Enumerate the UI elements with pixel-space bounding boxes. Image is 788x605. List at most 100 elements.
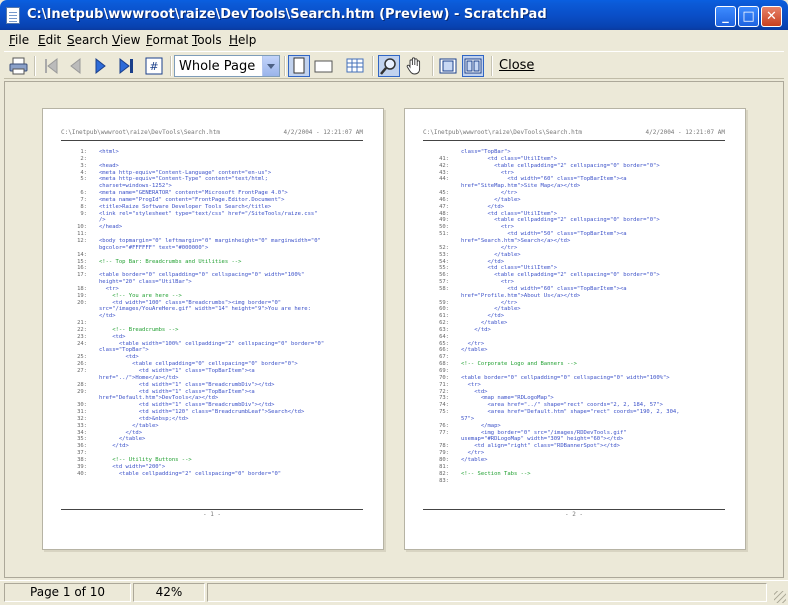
code-line: 47: </td> [423, 204, 727, 211]
print-preview-area[interactable]: C:\Inetpub\wwwroot\raize\DevTools\Search… [4, 81, 784, 578]
code-line: usemap="#RDLogoMap" width="309" height="… [423, 436, 727, 443]
line-text: src="/images/YouAreHere.gif" width="14" … [99, 306, 311, 313]
code-line: 48: <td class="UtilItem"> [423, 211, 727, 218]
landscape-icon[interactable] [313, 55, 335, 77]
line-number: 68: [439, 361, 449, 368]
line-number: 78: [439, 443, 449, 450]
line-text: <td> [99, 333, 126, 340]
code-line: 35: </table> [61, 436, 365, 443]
line-text: href="Search.htm">Search</a></td> [461, 237, 571, 244]
close-window-button[interactable]: ✕ [761, 6, 782, 27]
title-bar[interactable]: C:\Inetpub\wwwroot\raize\DevTools\Search… [0, 0, 788, 30]
goto-page-icon[interactable]: # [143, 55, 165, 77]
line-text: <table cellpadding="2" cellspacing="0" b… [461, 162, 660, 169]
code-line: 54: </td> [423, 259, 727, 266]
code-line: charset=windows-1252"> [61, 183, 365, 190]
previous-page-icon[interactable] [64, 55, 86, 77]
code-line: 75: <area href="Default.htm" shape="rect… [423, 409, 727, 416]
scratchpad-app-icon[interactable] [6, 7, 20, 24]
preview-page-1[interactable]: C:\Inetpub\wwwroot\raize\DevTools\Search… [42, 108, 384, 550]
code-line: 26: <table cellpadding="0" cellspacing="… [61, 361, 365, 368]
menu-tools[interactable]: Tools [192, 33, 222, 47]
line-number: 32: [77, 415, 87, 422]
line-number: 28: [77, 381, 87, 388]
line-text: </table> [461, 306, 521, 313]
code-line: 36: </td> [61, 443, 365, 450]
code-line: 52: </tr> [423, 245, 727, 252]
line-text: <table width="100%" cellpadding="2" cell… [99, 340, 325, 347]
preview-page-2[interactable]: C:\Inetpub\wwwroot\raize\DevTools\Search… [404, 108, 746, 550]
multi-page-icon[interactable] [344, 55, 366, 77]
menu-file[interactable]: File [9, 33, 29, 47]
first-page-icon[interactable] [40, 55, 62, 77]
code-line: 82: <!-- Section Tabs --> [423, 471, 727, 478]
line-number: 30: [77, 402, 87, 409]
line-text: usemap="#RDLogoMap" width="309" height="… [461, 436, 624, 443]
line-text: bgcolor="#FFFFFF" text="#000000"> [99, 244, 209, 251]
code-line: 79: </tr> [423, 450, 727, 457]
code-line: 11: [61, 231, 365, 238]
line-number: 71: [439, 381, 449, 388]
line-number: 14: [77, 251, 87, 258]
code-line: 50: <tr> [423, 224, 727, 231]
two-page-view-icon[interactable] [462, 55, 484, 77]
single-page-view-icon[interactable] [437, 55, 459, 77]
line-text: <tr> [461, 381, 481, 388]
portrait-icon[interactable] [288, 55, 310, 77]
line-number: 5: [80, 176, 87, 183]
code-line: 55: <td class="UtilItem"> [423, 265, 727, 272]
code-line: 2: [61, 156, 365, 163]
line-number: 51: [439, 231, 449, 238]
last-page-icon[interactable] [116, 55, 138, 77]
page-header: C:\Inetpub\wwwroot\raize\DevTools\Search… [61, 127, 363, 141]
line-number: 39: [77, 463, 87, 470]
line-text: <title>Raize Software Developer Tools Se… [99, 203, 272, 210]
line-number: 7: [80, 196, 87, 203]
line-number: 58: [439, 285, 449, 292]
line-number: 43: [439, 169, 449, 176]
close-preview-button[interactable]: Close [499, 58, 534, 73]
chevron-down-icon[interactable] [262, 56, 279, 76]
next-page-icon[interactable] [90, 55, 112, 77]
line-text: <td width="1" class="TopBarItem"><a [99, 388, 255, 395]
code-line: 29: <td width="1" class="TopBarItem"><a [61, 389, 365, 396]
line-number: 77: [439, 429, 449, 436]
line-number: 70: [439, 374, 449, 381]
menu-bar: File Edit Search View Format Tools Help [4, 30, 784, 50]
code-line: 41: <td class="UtilItem"> [423, 156, 727, 163]
menu-help[interactable]: Help [229, 33, 256, 47]
line-text: <td width="60" class="TopBarItem"><a [461, 285, 627, 292]
printer-icon[interactable] [8, 55, 30, 77]
line-text: <meta http-equiv="Content-Language" cont… [99, 169, 272, 176]
line-text: <!-- Section Tabs --> [461, 470, 531, 477]
line-number: 69: [439, 368, 449, 374]
line-number: 36: [77, 443, 87, 450]
menu-format[interactable]: Format [146, 33, 188, 47]
line-number: 38: [77, 456, 87, 463]
line-number: 35: [77, 436, 87, 443]
line-number: 12: [77, 237, 87, 244]
maximize-button[interactable]: □ [738, 6, 759, 27]
line-number: 82: [439, 470, 449, 477]
line-text: </td> [461, 258, 505, 265]
minimize-button[interactable]: _ [715, 6, 736, 27]
zoom-icon[interactable] [378, 55, 400, 77]
line-text: <td class="UtilItem"> [461, 210, 558, 217]
code-line: 83: [423, 478, 727, 485]
line-number: 53: [439, 251, 449, 258]
menu-view[interactable]: View [112, 33, 140, 47]
line-text: <!-- Breadcrumbs --> [99, 326, 179, 333]
code-line: 24: <table width="100%" cellpadding="2" … [61, 341, 365, 348]
line-number: 20: [77, 299, 87, 306]
resize-grip[interactable] [774, 591, 786, 603]
menu-search[interactable]: Search [67, 33, 108, 47]
menu-edit[interactable]: Edit [38, 33, 61, 47]
line-text: </table> [461, 320, 508, 327]
line-number: 48: [439, 210, 449, 217]
line-text: </table> [461, 251, 521, 258]
hand-icon[interactable] [404, 55, 426, 77]
line-text: <link rel="stylesheet" type="text/css" h… [99, 210, 318, 217]
code-line: 16: [61, 265, 365, 272]
line-number: 80: [439, 456, 449, 463]
zoom-mode-dropdown[interactable]: Whole Page [174, 55, 280, 77]
